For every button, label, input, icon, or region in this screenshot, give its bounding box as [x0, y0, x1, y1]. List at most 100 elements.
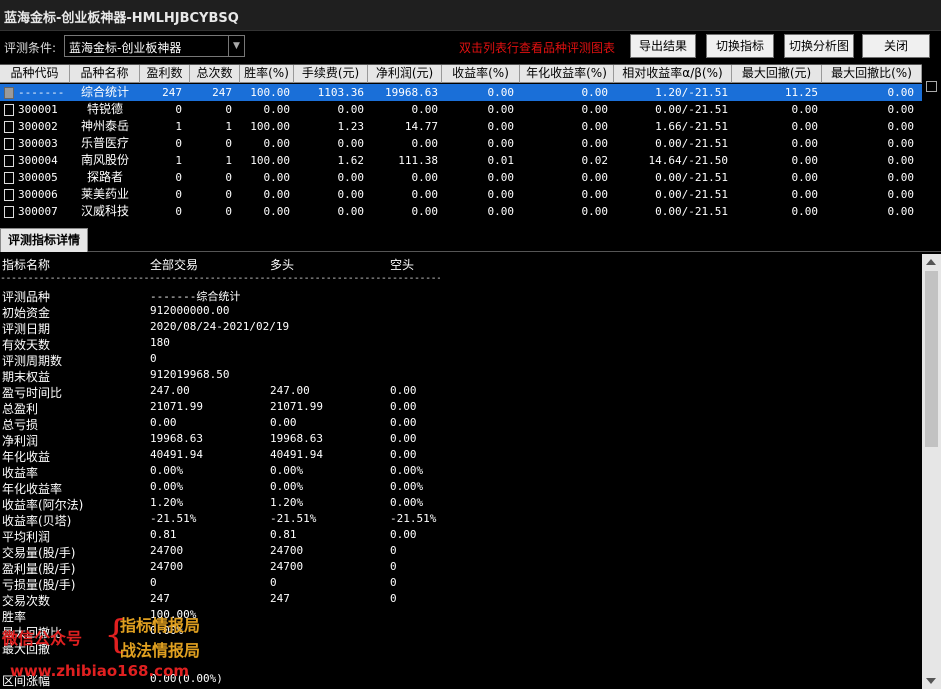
cell-max-drawdown-ratio: 0.00 [887, 171, 915, 184]
cell-return: 0.00 [487, 205, 515, 218]
col-header-annual-return[interactable]: 年化收益率(%) [520, 65, 614, 83]
window-title: 蓝海金标-创业板神器-HMLHJBCYBSQ [4, 11, 239, 26]
detail-header-all: 全部交易 [150, 258, 199, 272]
detail-row: 期末权益 912019968.50 [0, 368, 922, 384]
detail-value-short: 0.00 [390, 448, 417, 461]
detail-row: 初始资金 912000000.00 [0, 304, 922, 320]
col-header-max-drawdown-ratio[interactable]: 最大回撤比(%) [822, 65, 922, 83]
detail-value-long: 0 [270, 576, 277, 589]
cell-code: 300001 [18, 103, 58, 116]
cell-max-drawdown-ratio: 0.00 [887, 205, 915, 218]
col-header-relative-return[interactable]: 相对收益率α/β(%) [614, 65, 732, 83]
cell-annual-return: 0.02 [581, 154, 609, 167]
detail-row: 评测日期 2020/08/24-2021/02/19 [0, 320, 922, 336]
table-row[interactable]: 300003 乐普医疗 0 0 0.00 0.00 0.00 0.00 0.00 0.00/-21… [0, 135, 922, 152]
detail-value-short: 0 [390, 576, 397, 589]
cell-total: 0 [225, 205, 232, 218]
switch-indicator-button[interactable]: 切换指标 [706, 34, 774, 58]
title-bar: 蓝海金标-创业板神器-HMLHJBCYBSQ [0, 0, 941, 31]
tab-indicator-details[interactable]: 评测指标详情 [0, 228, 88, 252]
detail-metric-name: 初始资金 [2, 306, 51, 320]
export-button[interactable]: 导出结果 [630, 34, 696, 58]
cell-net-profit: 19968.63 [385, 86, 438, 99]
detail-metric-name: 收益率 [2, 466, 39, 480]
detail-header-name: 指标名称 [2, 258, 51, 272]
detail-value-all: 2020/08/24-2021/02/19 [150, 320, 290, 333]
table-row[interactable]: 300007 汉威科技 0 0 0.00 0.00 0.00 0.00 0.00 0.00/-21… [0, 203, 922, 220]
cell-wins: 0 [175, 205, 182, 218]
detail-row: 总盈利 21071.99 21071.99 0.00 [0, 400, 922, 416]
table-scroll-area [922, 64, 941, 220]
detail-value-all: 247 [150, 592, 170, 605]
table-row[interactable]: 300001 特锐德 0 0 0.00 0.00 0.00 0.00 0.00 0.00/-21.… [0, 101, 922, 118]
detail-value-long: 1.20% [270, 496, 304, 509]
detail-value-all: 180 [150, 336, 170, 349]
watermark-left-text: 微信公众号 [2, 629, 83, 648]
cell-relative-return: 0.00/-21.51 [655, 137, 728, 150]
table-row[interactable]: ------- 综合统计 247 247 100.00 1103.36 19968.63 0.… [0, 84, 922, 101]
col-header-total[interactable]: 总次数 [190, 65, 240, 83]
detail-header-long: 多头 [270, 258, 295, 272]
detail-row: 净利润 19968.63 19968.63 0.00 [0, 432, 922, 448]
detail-metric-name: 亏损量(股/手) [2, 578, 76, 592]
detail-metric-name: 收益率(阿尔法) [2, 498, 84, 512]
detail-value-short: 0 [390, 592, 397, 605]
col-header-max-drawdown[interactable]: 最大回撤(元) [732, 65, 822, 83]
detail-value-all: 1.20% [150, 496, 184, 509]
col-header-code[interactable]: 品种代码 [0, 65, 70, 83]
criteria-select[interactable]: 蓝海金标-创业板神器 ▼ [64, 35, 245, 57]
table-row[interactable]: 300004 南风股份 1 1 100.00 1.62 111.38 0.01 0.02 14.6… [0, 152, 922, 169]
cell-annual-return: 0.00 [581, 171, 609, 184]
detail-value-short: 0 [390, 560, 397, 573]
scroll-thumb[interactable] [925, 271, 938, 447]
cell-max-drawdown: 0.00 [791, 171, 819, 184]
detail-value-all: -21.51% [150, 512, 197, 525]
detail-metric-name: 平均利润 [2, 530, 51, 544]
cell-name: 探路者 [86, 170, 123, 184]
cell-max-drawdown: 0.00 [791, 188, 819, 201]
cell-code: 300006 [18, 188, 58, 201]
cell-max-drawdown: 11.25 [784, 86, 818, 99]
cell-code: 300002 [18, 120, 58, 133]
scroll-up-icon[interactable] [926, 259, 936, 265]
results-table: 品种代码 品种名称 盈利数 总次数 胜率(%) 手续费(元) 净利润(元) 收益… [0, 64, 922, 220]
cell-net-profit: 0.00 [411, 171, 439, 184]
cell-wins: 0 [175, 137, 182, 150]
switch-chart-button[interactable]: 切换分析图 [784, 34, 854, 58]
chevron-down-icon[interactable]: ▼ [228, 36, 244, 56]
cell-total: 0 [225, 188, 232, 201]
detail-value-all: 21071.99 [150, 400, 203, 413]
detail-scrollbar[interactable] [922, 254, 941, 689]
table-row[interactable]: 300006 莱美药业 0 0 0.00 0.00 0.00 0.00 0.00 0.00/-21… [0, 186, 922, 203]
cell-net-profit: 0.00 [411, 137, 439, 150]
cell-relative-return: 0.00/-21.51 [655, 205, 728, 218]
cell-winrate: 0.00 [263, 205, 291, 218]
table-row[interactable]: 300005 探路者 0 0 0.00 0.00 0.00 0.00 0.00 0.00/-21.… [0, 169, 922, 186]
detail-row: 收益率 0.00% 0.00% 0.00% [0, 464, 922, 480]
detail-value-all: 19968.63 [150, 432, 203, 445]
detail-metric-name: 交易次数 [2, 594, 51, 608]
detail-row: 交易量(股/手) 24700 24700 0 [0, 544, 922, 560]
close-button[interactable]: 关闭 [862, 34, 930, 58]
cell-wins: 247 [162, 86, 182, 99]
detail-value-short: 0.00 [390, 384, 417, 397]
cell-max-drawdown: 0.00 [791, 103, 819, 116]
detail-value-short: 0.00 [390, 432, 417, 445]
select-checkbox[interactable] [926, 81, 937, 92]
detail-metric-name: 交易量(股/手) [2, 546, 76, 560]
cell-annual-return: 0.00 [581, 103, 609, 116]
cell-fee: 0.00 [337, 188, 365, 201]
table-row[interactable]: 300002 神州泰岳 1 1 100.00 1.23 14.77 0.00 0.00 1.66/… [0, 118, 922, 135]
cell-winrate: 0.00 [263, 188, 291, 201]
col-header-net-profit[interactable]: 净利润(元) [368, 65, 442, 83]
cell-return: 0.00 [487, 171, 515, 184]
scroll-down-icon[interactable] [926, 678, 936, 684]
criteria-select-value: 蓝海金标-创业板神器 [69, 41, 182, 55]
col-header-wins[interactable]: 盈利数 [140, 65, 190, 83]
detail-value-long: 24700 [270, 544, 304, 557]
col-header-name[interactable]: 品种名称 [70, 65, 140, 83]
col-header-return[interactable]: 收益率(%) [442, 65, 520, 83]
cell-net-profit: 0.00 [411, 103, 439, 116]
col-header-winrate[interactable]: 胜率(%) [240, 65, 294, 83]
col-header-fee[interactable]: 手续费(元) [294, 65, 368, 83]
